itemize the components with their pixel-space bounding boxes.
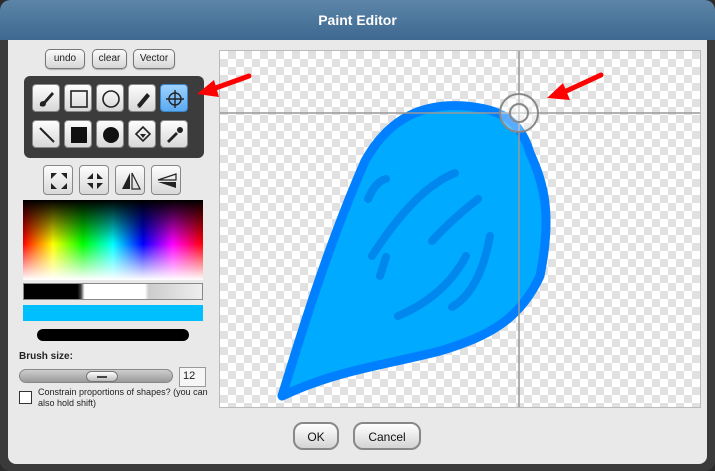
annotation-arrows [197,72,604,100]
paint-editor-dialog: Paint Editor undo clear Vector Brush siz… [0,0,715,471]
arrow-icon [197,73,252,97]
arrow-icon [547,72,604,100]
